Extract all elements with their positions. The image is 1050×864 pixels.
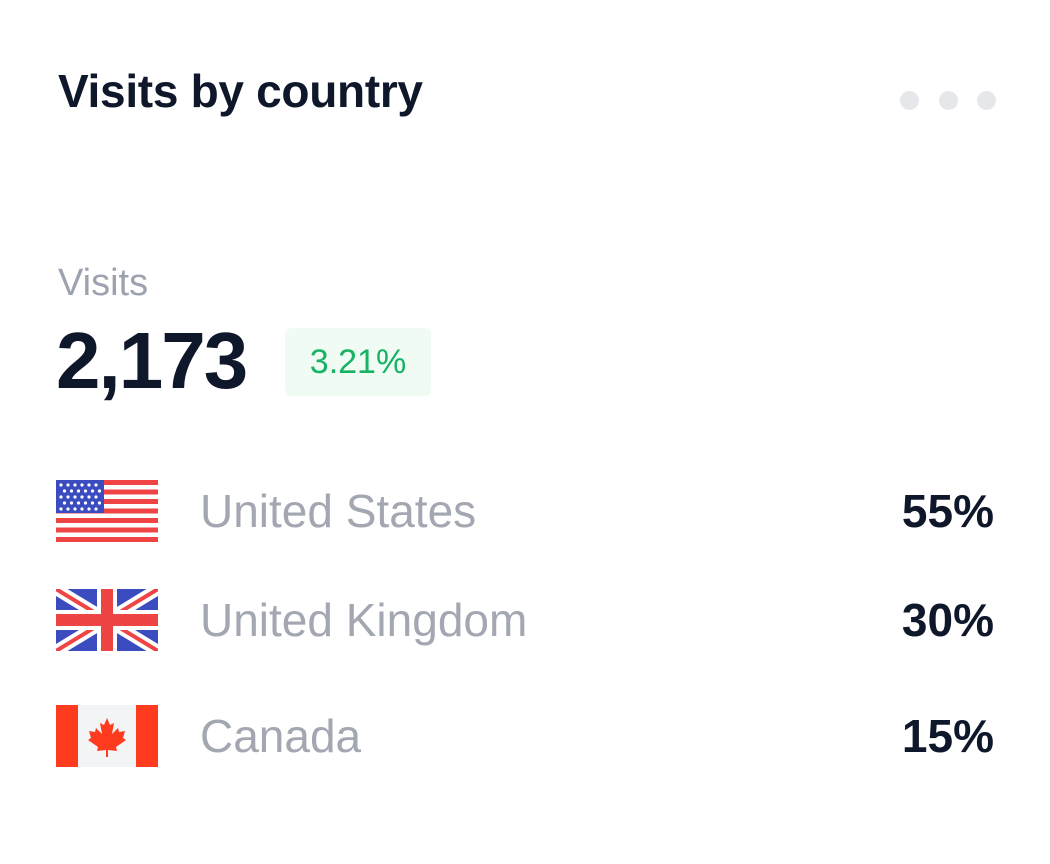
us-flag-icon <box>56 480 158 542</box>
more-horizontal-icon <box>900 90 919 110</box>
country-name: United Kingdom <box>200 594 528 646</box>
more-options-button[interactable] <box>900 86 996 114</box>
country-name: United States <box>200 485 477 537</box>
country-row-united-kingdom: United Kingdom 30% <box>0 589 1050 653</box>
card-title: Visits by country <box>58 65 423 117</box>
country-row-united-states: United States 55% <box>0 480 1050 544</box>
visits-by-country-card: Visits by country Visits 2,173 3.21% Uni… <box>0 0 1050 864</box>
change-badge: 3.21% <box>285 328 431 396</box>
country-percent: 30% <box>901 594 994 646</box>
canada-flag-icon <box>56 705 158 767</box>
country-row-canada: Canada 15% <box>0 705 1050 769</box>
visits-total: 2,173 <box>56 316 248 405</box>
more-horizontal-icon <box>938 90 958 110</box>
more-horizontal-icon <box>977 90 996 110</box>
country-percent: 15% <box>901 710 994 762</box>
uk-flag-icon <box>56 589 158 651</box>
country-name: Canada <box>200 710 362 762</box>
visits-label: Visits <box>58 262 149 304</box>
country-percent: 55% <box>901 485 994 537</box>
